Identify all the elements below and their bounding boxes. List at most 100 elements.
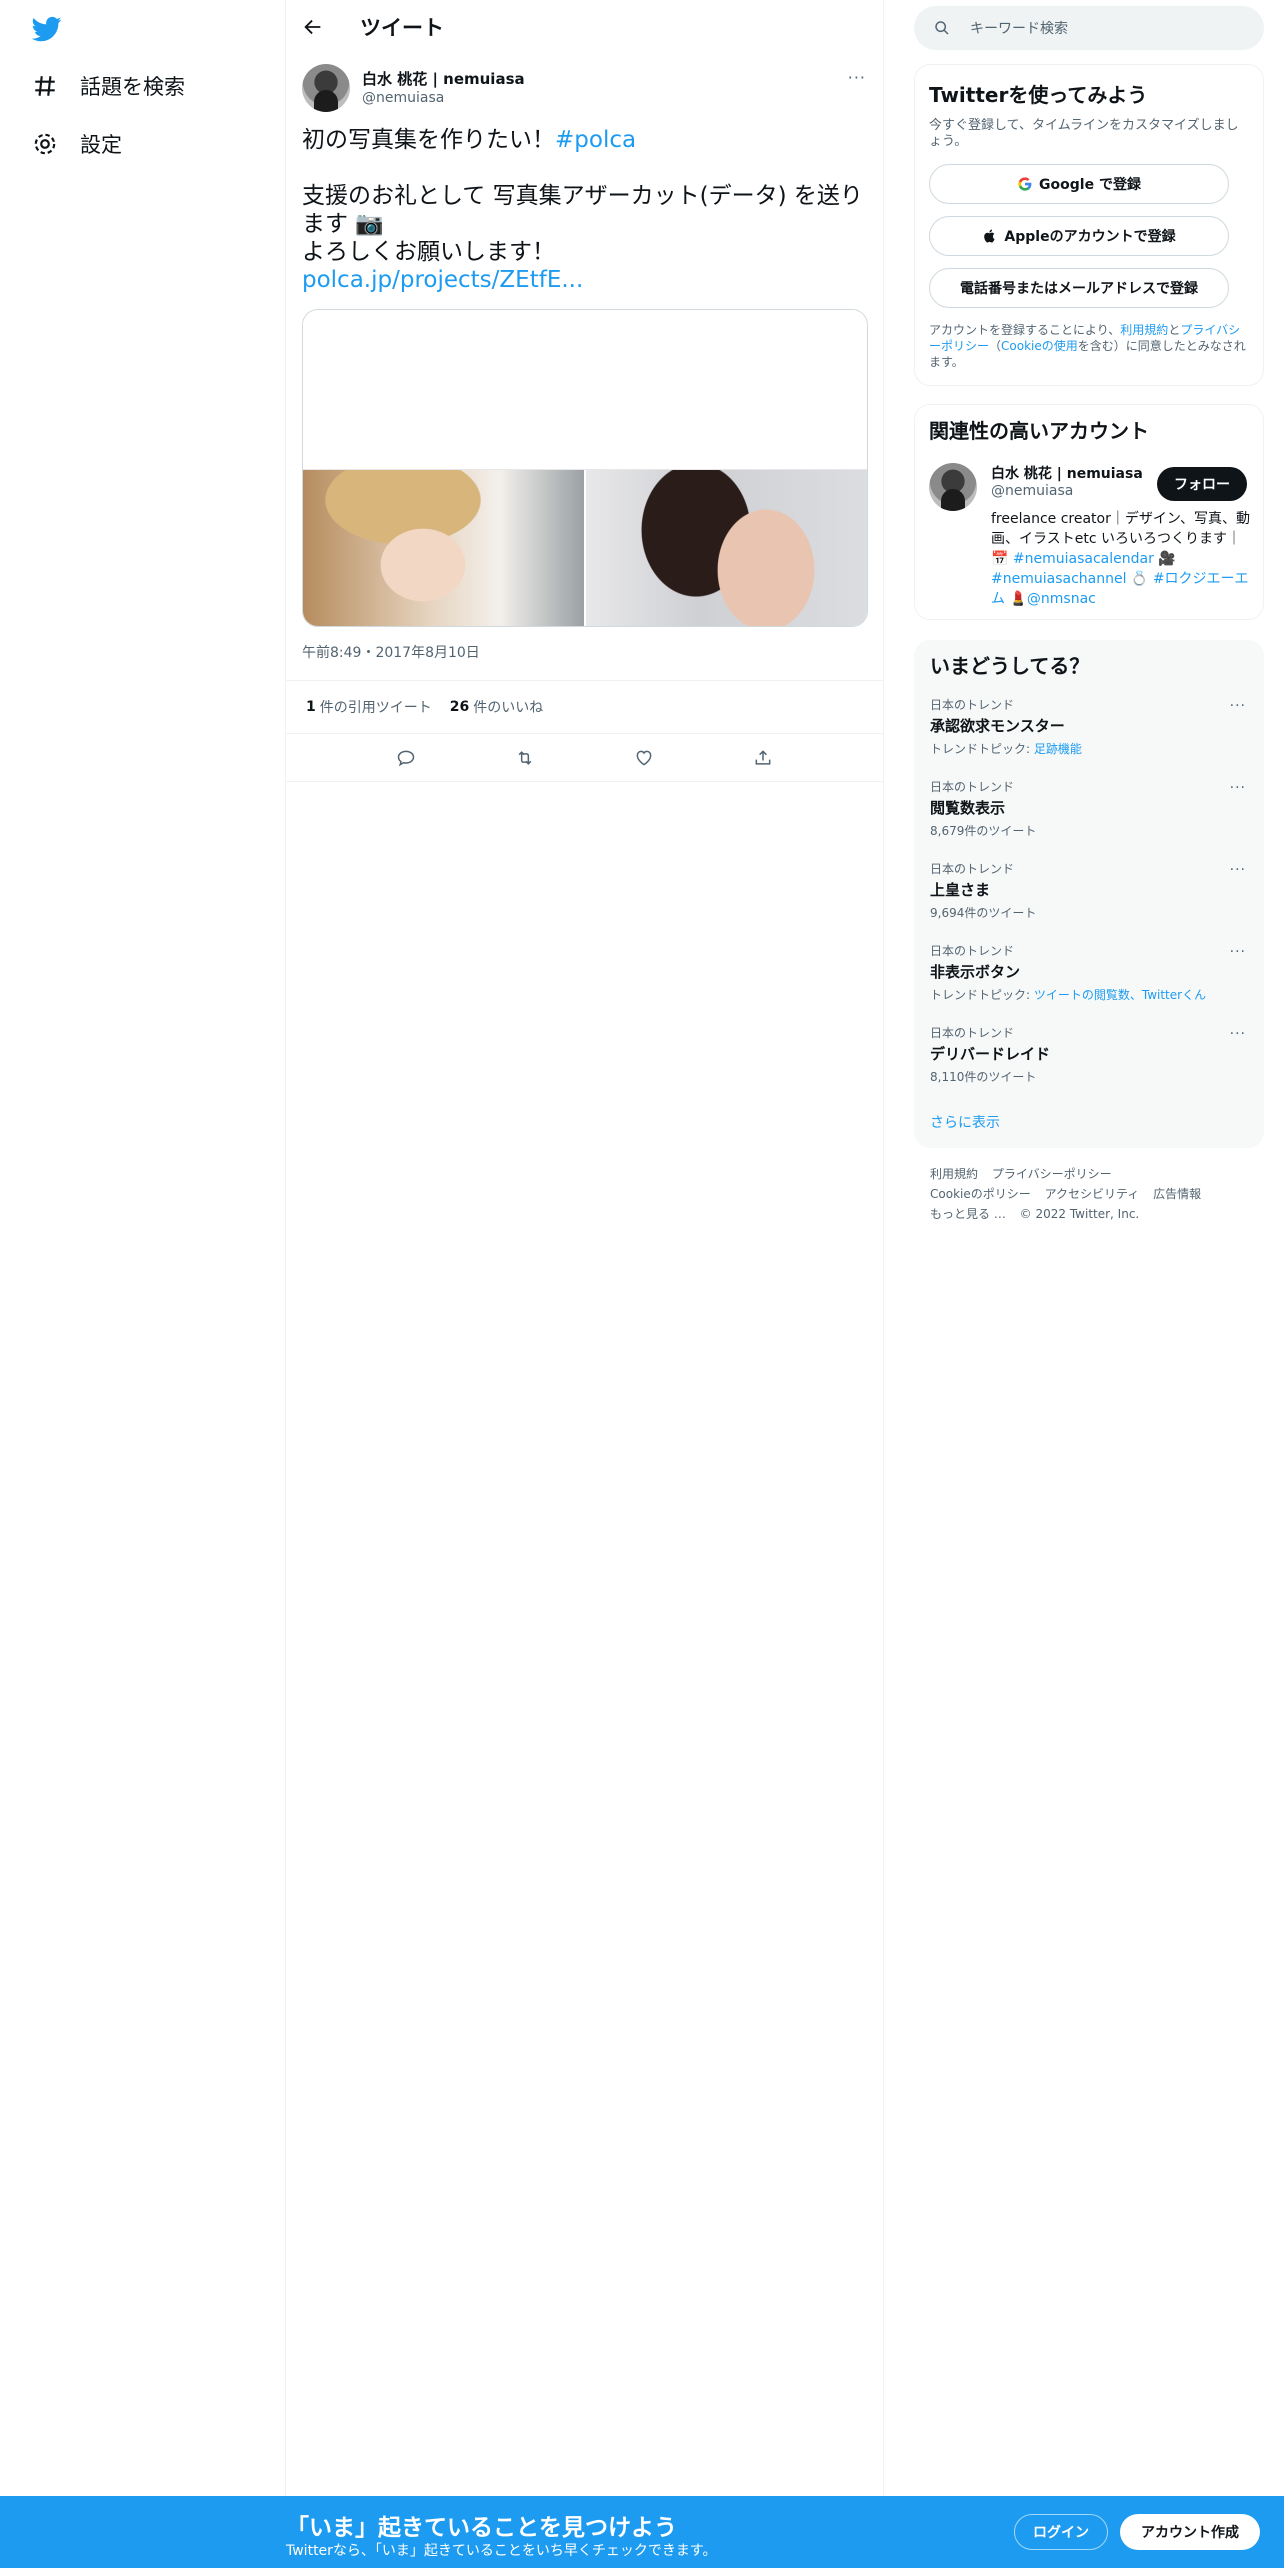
bio-hashtag[interactable]: #nemuiasacalendar [1013,551,1154,567]
trend-item[interactable]: 日本のトレンド デリバードレイド 8,110件のツイート ··· [930,1024,1246,1085]
legal-prefix: アカウントを登録することにより、 [929,323,1121,337]
terms-link[interactable]: 利用規約 [1120,323,1168,337]
trend-name: 承認欲求モンスター [930,717,1065,735]
footer-accessibility[interactable]: アクセシビリティ [1045,1187,1140,1201]
bio-hashtag[interactable]: #nemuiasachannel [991,571,1126,587]
footer-copyright: © 2022 Twitter, Inc. [1019,1207,1140,1221]
tweet-column: ツイート 白水 桃花 | nemuiasa @nemuiasa ··· 初の写真… [286,0,884,2568]
photo-straw-hat[interactable] [303,470,584,626]
link-card[interactable] [302,309,868,627]
related-name[interactable]: 白水 桃花 | nemuiasa [991,463,1143,483]
author-name[interactable]: 白水 桃花 | nemuiasa [362,68,525,89]
tweet-timestamp[interactable]: 午前8:49・2017年8月10日 [302,642,480,662]
trend-context: 日本のトレンド [930,1026,1015,1040]
footer-terms[interactable]: 利用規約 [930,1167,978,1181]
trends-title: いまどうしてる？ [930,654,1090,678]
apple-icon [984,229,995,243]
trend-item[interactable]: 日本のトレンド 上皇さま 9,694件のツイート ··· [930,860,1246,921]
retweet-icon[interactable] [515,748,535,768]
avatar[interactable] [302,64,350,112]
trend-context: 日本のトレンド [930,862,1015,876]
avatar[interactable] [929,463,977,511]
tweet-actions [286,734,883,782]
search-icon [935,21,949,35]
more-options-icon[interactable]: ··· [1230,944,1246,960]
tweet-link[interactable]: polca.jp/projects/ZEtfE... [302,267,583,293]
author-handle[interactable]: @nemuiasa [362,90,444,106]
trend-meta: 9,694件のツイート [930,906,1037,920]
google-icon [1018,177,1032,191]
quote-label[interactable]: 件の引用ツイート [320,697,432,717]
trend-meta: トレンドトピック: 足跡機能 [930,740,1246,757]
trend-name: 非表示ボタン [930,963,1021,981]
signup-card: Twitterを使ってみよう 今すぐ登録して、タイムラインをカスタマイズしましょ… [914,64,1264,386]
trend-topic-link[interactable]: ツイートの閲覧数、Twitterくん [1034,988,1206,1002]
trend-meta: 8,110件のツイート [930,1070,1037,1084]
like-count[interactable]: 26 [450,699,469,715]
nav-explore[interactable]: 話題を検索 [32,66,185,106]
create-account-button[interactable]: アカウント作成 [1120,2514,1260,2550]
related-accounts-card: 関連性の高いアカウント 白水 桃花 | nemuiasa @nemuiasa フ… [914,404,1264,620]
trend-context: 日本のトレンド [930,944,1015,958]
nav-settings[interactable]: 設定 [32,124,122,164]
search-box[interactable]: キーワード検索 [914,6,1264,50]
bio-mention[interactable]: @nmsnac [1027,591,1096,607]
login-button[interactable]: ログイン [1014,2514,1108,2550]
page-title: ツイート [360,16,444,40]
footer-cookie[interactable]: Cookieのポリシー [930,1187,1031,1201]
tweet-text-line2: 支援のお礼として 写真集アザーカット(データ) を送ります 📷 [302,183,863,237]
more-options-icon[interactable]: ··· [1230,780,1246,796]
follow-button[interactable]: フォロー [1157,467,1247,501]
trend-item[interactable]: 日本のトレンド 閲覧数表示 8,679件のツイート ··· [930,778,1246,839]
trend-context: 日本のトレンド [930,698,1015,712]
more-options-icon[interactable]: ··· [848,68,866,87]
like-icon[interactable] [634,748,654,768]
more-options-icon[interactable]: ··· [1230,698,1246,714]
quote-count[interactable]: 1 [306,699,316,715]
bio-separator: 💄 [1005,591,1027,607]
trend-meta-prefix: トレンドトピック: [930,742,1034,756]
trend-topic-link[interactable]: 足跡機能 [1034,742,1082,756]
banner-subtitle: Twitterなら、「いま」起きていることをいち早くチェックできます。 [286,2543,717,2559]
footer-ads[interactable]: 広告情報 [1153,1187,1201,1201]
back-arrow-icon[interactable] [302,16,324,38]
related-title: 関連性の高いアカウント [929,419,1149,443]
like-label[interactable]: 件のいいね [473,697,543,717]
banner-title: 「いま」起きていることを見つけよう [286,2515,677,2541]
footer-privacy[interactable]: プライバシーポリシー [992,1167,1112,1181]
apple-signup-label: Appleのアカウントで登録 [1004,229,1176,245]
related-handle[interactable]: @nemuiasa [991,483,1073,499]
gear-icon [34,133,56,155]
tweet-stats: 1 件の引用ツイート 26 件のいいね [286,680,883,734]
nav-settings-label: 設定 [80,133,122,157]
reply-icon[interactable] [396,748,416,768]
trend-item[interactable]: 日本のトレンド 承認欲求モンスター トレンドトピック: 足跡機能 ··· [930,696,1246,757]
more-options-icon[interactable]: ··· [1230,1026,1246,1042]
signup-subtitle: 今すぐ登録して、タイムラインをカスタマイズしましょう。 [929,118,1239,149]
footer-more[interactable]: もっと見る … [930,1207,1006,1221]
tweet-text-line3: よろしくお願いします！ [302,239,555,265]
left-nav: 話題を検索 設定 [0,0,286,2568]
hashtag-link[interactable]: #polca [555,127,636,153]
trend-item[interactable]: 日本のトレンド 非表示ボタン トレンドトピック: ツイートの閲覧数、Twitte… [930,942,1246,1003]
footer-links: 利用規約 プライバシーポリシー Cookieのポリシー アクセシビリティ 広告情… [930,1164,1250,1224]
google-signup-button[interactable]: Google で登録 [929,164,1229,204]
more-options-icon[interactable]: ··· [1230,862,1246,878]
photo-portrait[interactable] [586,470,867,626]
phone-signup-button[interactable]: 電話番号またはメールアドレスで登録 [929,268,1229,308]
hashtag-icon [35,76,55,96]
show-more-link[interactable]: さらに表示 [930,1112,1000,1132]
share-icon[interactable] [753,748,773,768]
tweet-text-line1: 初の写真集を作りたい！ [302,127,555,153]
apple-signup-button[interactable]: Appleのアカウントで登録 [929,216,1229,256]
signup-legal: アカウントを登録することにより、利用規約とプライバシーポリシー（Cookieの使… [929,322,1249,370]
signup-title: Twitterを使ってみよう [929,83,1148,107]
google-signup-label: Google で登録 [1039,177,1141,193]
twitter-logo-icon[interactable] [30,14,64,44]
tweet-header: ツイート [286,0,883,54]
tweet-author: 白水 桃花 | nemuiasa @nemuiasa ··· [302,64,868,114]
phone-signup-label: 電話番号またはメールアドレスで登録 [960,281,1198,297]
cookie-link[interactable]: Cookieの使用 [1001,339,1078,353]
trends-card: いまどうしてる？ 日本のトレンド 承認欲求モンスター トレンドトピック: 足跡機… [914,640,1264,1148]
trend-meta: 8,679件のツイート [930,824,1037,838]
